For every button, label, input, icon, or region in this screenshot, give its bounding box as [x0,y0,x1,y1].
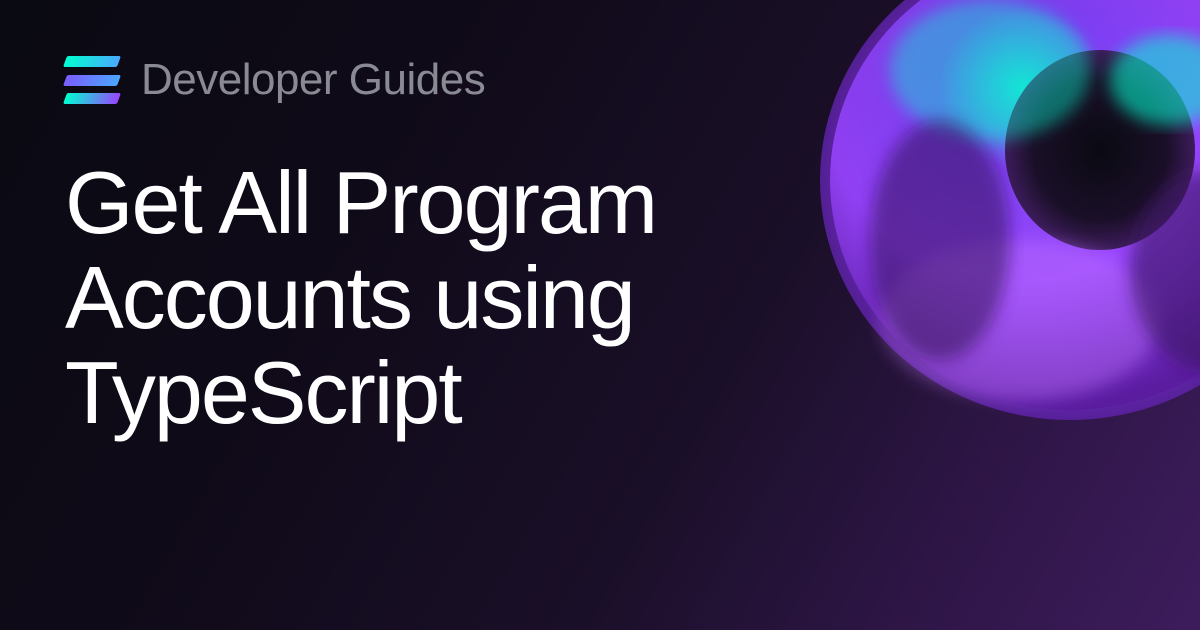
header: Developer Guides [65,55,1135,105]
category-label: Developer Guides [141,55,485,105]
page-title: Get All Program Accounts using TypeScrip… [65,155,965,440]
solana-logo-icon [65,56,119,104]
